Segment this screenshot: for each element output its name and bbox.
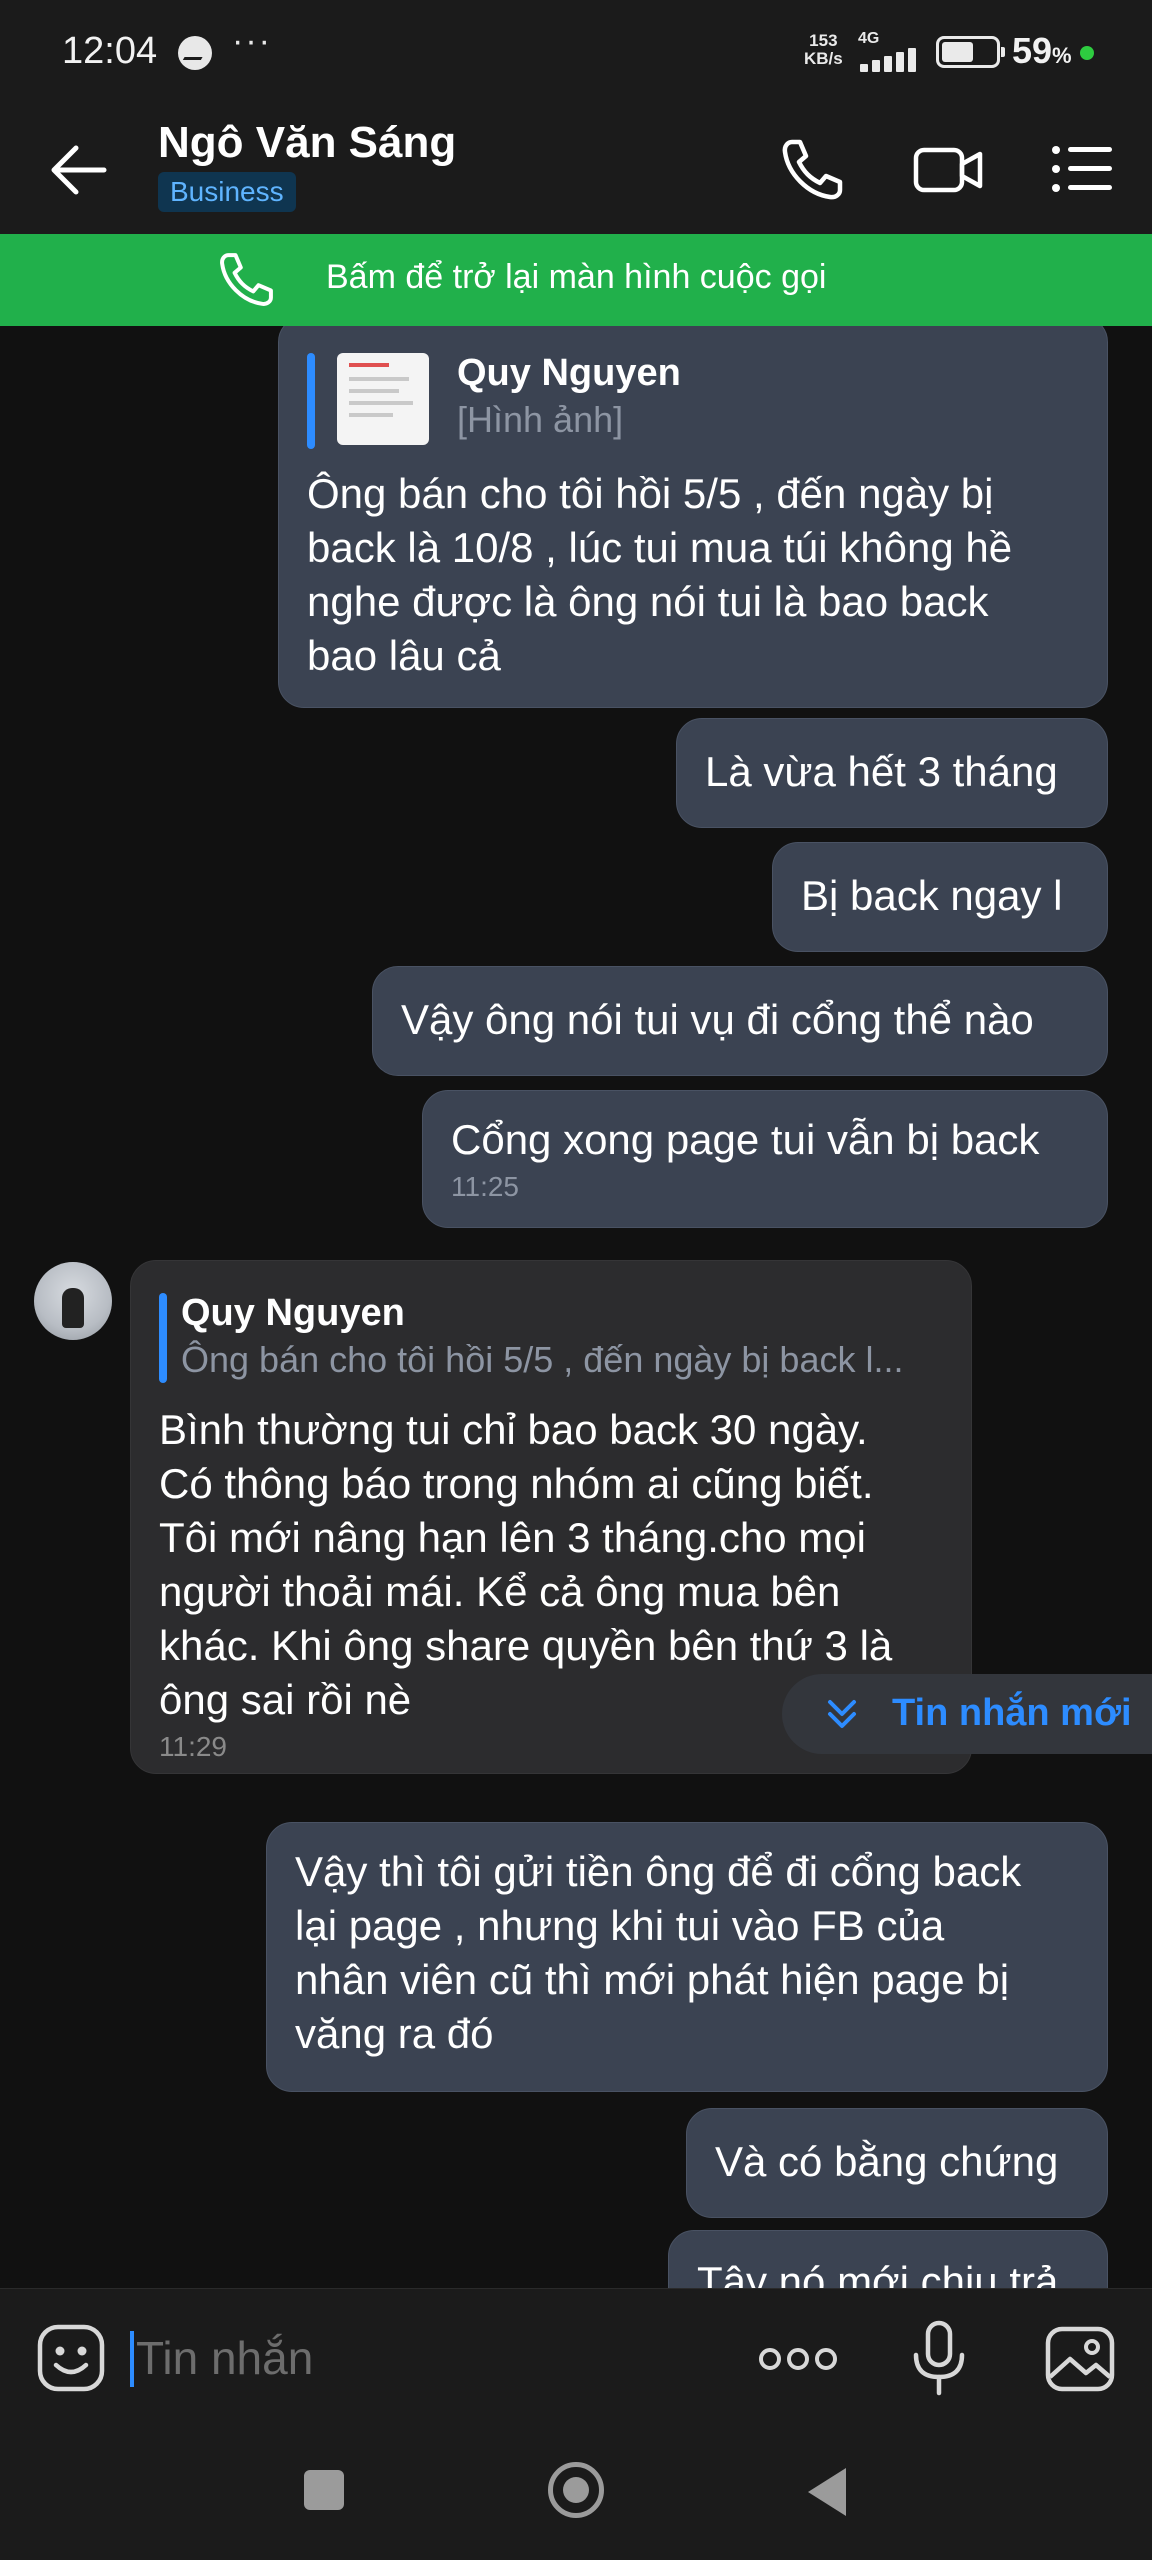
new-messages-label: Tin nhắn mới bbox=[892, 1692, 1132, 1734]
return-to-call-banner[interactable]: Bấm để trở lại màn hình cuộc gọi bbox=[0, 234, 1152, 326]
battery-percent: 59% bbox=[1012, 30, 1072, 71]
message-text: Bị back ngay l bbox=[801, 872, 1063, 919]
message-text: Và có bằng chứng bbox=[715, 2138, 1059, 2185]
message-bubble-outgoing[interactable]: Là vừa hết 3 tháng bbox=[676, 718, 1108, 828]
chat-header: Ngô Văn Sáng Business bbox=[0, 104, 1152, 234]
phone-icon bbox=[220, 253, 273, 306]
recent-apps-button[interactable] bbox=[304, 2470, 344, 2510]
message-text: Cổng xong page tui vẫn bị back bbox=[451, 1116, 1040, 1163]
message-bubble-outgoing[interactable]: Tây nó mới chịu trả bbox=[668, 2230, 1108, 2288]
video-camera-icon bbox=[913, 147, 983, 193]
sender-avatar[interactable] bbox=[34, 1262, 112, 1340]
video-call-button[interactable] bbox=[912, 134, 983, 204]
messenger-notification-icon bbox=[178, 36, 212, 70]
message-text: Tây nó mới chịu trả bbox=[697, 2258, 1059, 2288]
message-input[interactable] bbox=[136, 2323, 716, 2393]
options-menu-button[interactable] bbox=[1050, 134, 1120, 204]
quote-sender: Quy Nguyen bbox=[181, 1292, 405, 1334]
double-chevron-down-icon bbox=[828, 1700, 856, 1728]
status-time: 12:04 bbox=[62, 30, 158, 72]
quoted-image-thumbnail bbox=[337, 353, 429, 445]
message-text: Ông bán cho tôi hồi 5/5 , đến ngày bị ba… bbox=[307, 470, 1013, 679]
network-type: 4G bbox=[858, 30, 880, 47]
system-navigation-bar bbox=[0, 2424, 1152, 2560]
network-speed-unit: KB/s bbox=[804, 49, 843, 68]
message-text: Vậy thì tôi gửi tiền ông để đi cổng back… bbox=[295, 1848, 1022, 2057]
reply-quote[interactable]: Quy Nguyen [Hình ảnh] bbox=[307, 349, 1079, 449]
system-back-button[interactable] bbox=[808, 2468, 846, 2516]
image-icon bbox=[1045, 2326, 1115, 2392]
message-list[interactable]: Quy Nguyen [Hình ảnh] Ông bán cho tôi hồ… bbox=[0, 326, 1152, 2288]
message-time: 11:25 bbox=[451, 1171, 519, 1202]
network-speed-value: 153 bbox=[809, 31, 838, 50]
message-text: Là vừa hết 3 tháng bbox=[705, 748, 1058, 795]
smiley-sticker-icon bbox=[37, 2324, 105, 2392]
status-bar: 12:04 ··· 153 KB/s 4G 59% bbox=[0, 0, 1152, 104]
voice-call-button[interactable] bbox=[778, 134, 848, 204]
ellipsis-icon bbox=[759, 2348, 837, 2370]
privacy-indicator-dot bbox=[1080, 46, 1094, 60]
message-bubble-outgoing[interactable]: Vậy ông nói tui vụ đi cổng thể nào bbox=[372, 966, 1108, 1076]
message-bubble-outgoing[interactable]: Quy Nguyen [Hình ảnh] Ông bán cho tôi hồ… bbox=[278, 326, 1108, 708]
composer-bar bbox=[0, 2288, 1152, 2424]
network-speed: 153 KB/s bbox=[804, 32, 843, 68]
text-cursor bbox=[130, 2331, 134, 2387]
quote-sender: Quy Nguyen bbox=[457, 352, 681, 394]
back-button[interactable] bbox=[46, 140, 110, 200]
new-messages-button[interactable]: Tin nhắn mới bbox=[782, 1674, 1152, 1754]
home-button[interactable] bbox=[548, 2462, 604, 2518]
business-badge: Business bbox=[158, 172, 296, 212]
message-bubble-outgoing[interactable]: Vậy thì tôi gửi tiền ông để đi cổng back… bbox=[266, 1822, 1108, 2092]
more-notifications-icon: ··· bbox=[232, 22, 272, 60]
return-to-call-text: Bấm để trở lại màn hình cuộc gọi bbox=[326, 258, 827, 296]
message-bubble-outgoing[interactable]: Bị back ngay l bbox=[772, 842, 1108, 952]
more-options-button[interactable] bbox=[756, 2343, 840, 2375]
message-bubble-outgoing[interactable]: Cổng xong page tui vẫn bị back 11:25 bbox=[422, 1090, 1108, 1228]
list-menu-icon bbox=[1052, 146, 1112, 192]
sticker-button[interactable] bbox=[36, 2323, 106, 2393]
reply-quote[interactable]: Quy Nguyen Ông bán cho tôi hồi 5/5 , đến… bbox=[159, 1289, 943, 1385]
contact-name[interactable]: Ngô Văn Sáng bbox=[158, 118, 456, 168]
voice-message-button[interactable] bbox=[906, 2319, 972, 2397]
signal-icon bbox=[860, 48, 920, 72]
battery-icon bbox=[936, 36, 1005, 68]
microphone-icon bbox=[913, 2320, 965, 2396]
phone-icon bbox=[782, 139, 843, 200]
message-text: Vậy ông nói tui vụ đi cổng thể nào bbox=[401, 996, 1034, 1043]
message-bubble-outgoing[interactable]: Và có bằng chứng bbox=[686, 2108, 1108, 2218]
arrow-left-icon bbox=[51, 145, 107, 195]
quote-preview: [Hình ảnh] bbox=[457, 399, 624, 440]
quote-preview: Ông bán cho tôi hồi 5/5 , đến ngày bị ba… bbox=[181, 1339, 904, 1380]
gallery-button[interactable] bbox=[1044, 2323, 1116, 2395]
